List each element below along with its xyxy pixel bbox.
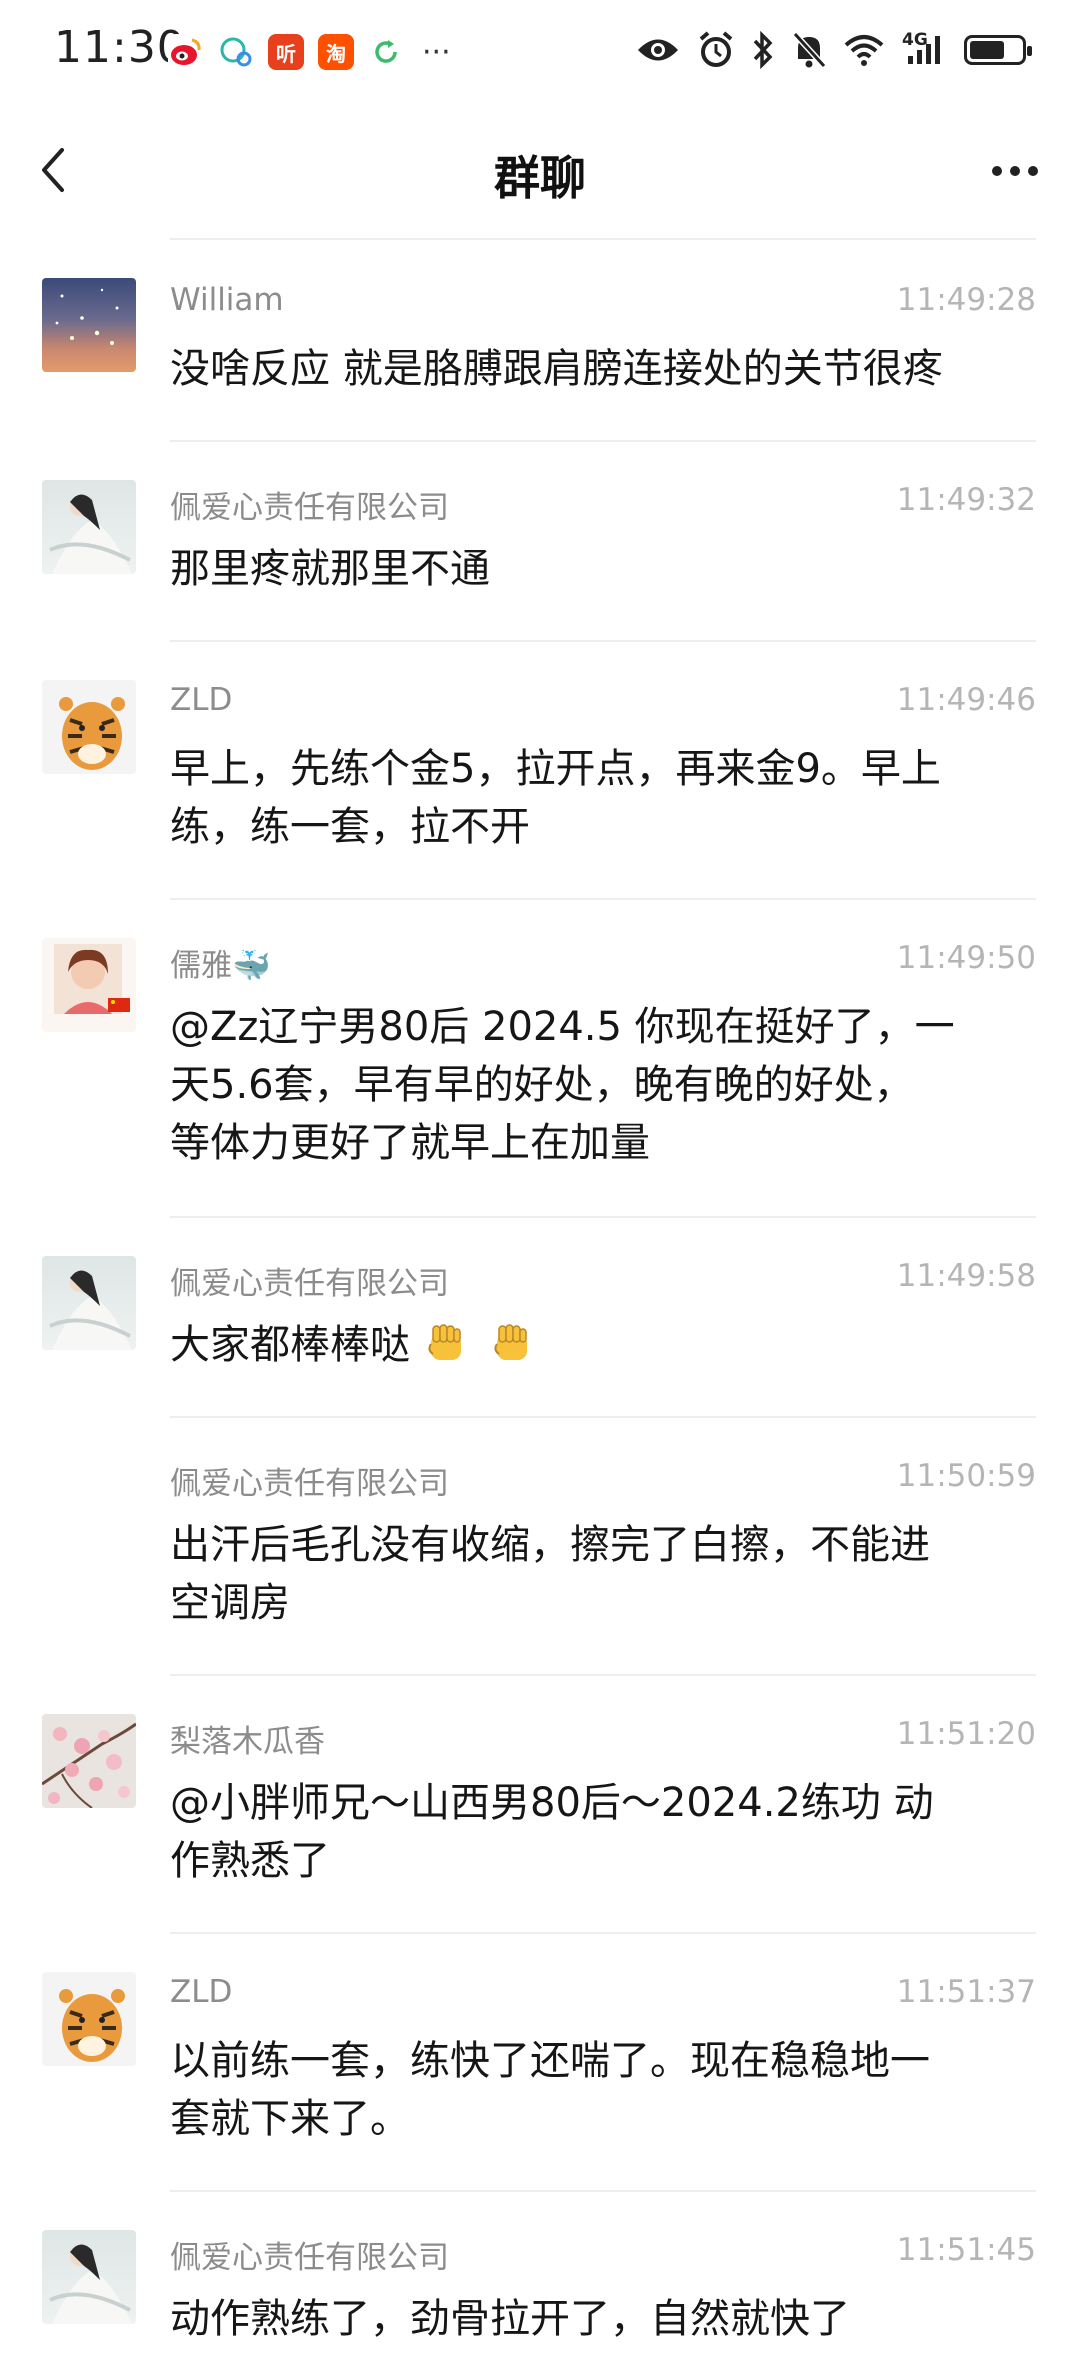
raised-fist-emoji-icon [428, 1324, 461, 1360]
message-item[interactable]: 儒雅🐳 11:49:50 @Zz辽宁男80后 2024.5 你现在挺好了，一 天… [0, 900, 1080, 1216]
message-text: @小胖师兄～山西男80后～2024.2练功 动 作熟悉了 [170, 1780, 934, 1884]
eye-icon [636, 28, 680, 72]
message-item[interactable]: 佩爱心责任有限公司 11:51:45 动作熟练了，劲骨拉开了，自然就快了 [0, 2192, 1080, 2375]
message-item[interactable]: William 11:49:28 没啥反应 就是胳膊跟肩膀连接处的关节很疼 [0, 240, 1080, 440]
weibo-icon [168, 34, 204, 70]
chat-bubble-icon [218, 34, 254, 70]
wifi-icon [844, 28, 884, 72]
sender-name: ZLD [170, 1974, 233, 2010]
sender-name: ZLD [170, 682, 233, 718]
message-item[interactable]: 佩爱心责任有限公司 11:49:32 那里疼就那里不通 [0, 442, 1080, 640]
message-time: 11:49:28 [896, 282, 1036, 318]
more-options-button[interactable] [980, 146, 1050, 196]
sender-name: 佩爱心责任有限公司 [170, 1466, 449, 1502]
notification-icons: 听 淘 ··· [168, 34, 451, 70]
message-text: @Zz辽宁男80后 2024.5 你现在挺好了，一 天5.6套，早有早的好处，晚… [170, 1004, 955, 1166]
message-item[interactable]: ZLD 11:51:37 以前练一套，练快了还喘了。现在稳稳地一 套就下来了。 [0, 1934, 1080, 2190]
sender-name: 佩爱心责任有限公司 [170, 1266, 449, 1302]
message-time: 11:49:58 [896, 1258, 1036, 1294]
sender-name: 佩爱心责任有限公司 [170, 490, 449, 526]
sender-name: 梨落木瓜香 [170, 1724, 325, 1760]
message-item[interactable]: 佩爱心责任有限公司 11:50:59 出汗后毛孔没有收缩，擦完了白擦，不能进 空… [0, 1418, 1080, 1674]
woman-portrait-avatar[interactable] [42, 938, 136, 1032]
message-time: 11:49:46 [896, 682, 1036, 718]
raised-fist-emoji-icon [494, 1324, 528, 1360]
status-time: 11:30 [54, 22, 186, 73]
ting-app-icon: 听 [268, 34, 304, 70]
tiger-avatar[interactable] [42, 680, 136, 774]
system-icons: 4G [636, 28, 1032, 72]
message-time: 11:51:20 [896, 1716, 1036, 1752]
sender-name: William [170, 282, 284, 318]
mute-bell-icon [792, 28, 826, 72]
more-notifications-icon: ··· [422, 34, 451, 70]
status-bar: 11:30 听 淘 ··· 4G [0, 0, 1080, 100]
tiger-avatar[interactable] [42, 1972, 136, 2066]
refresh-icon [368, 34, 404, 70]
woman-in-white-avatar[interactable] [42, 1256, 136, 1350]
night-sky-avatar[interactable] [42, 278, 136, 372]
message-time: 11:49:32 [896, 482, 1036, 518]
message-text: 那里疼就那里不通 [170, 546, 490, 592]
battery-icon [964, 28, 1032, 72]
sender-name: 佩爱心责任有限公司 [170, 2240, 449, 2276]
message-text: 大家都棒棒哒 [170, 1316, 1036, 1374]
message-time: 11:50:59 [896, 1458, 1036, 1494]
taobao-icon: 淘 [318, 34, 354, 70]
message-time: 11:51:37 [896, 1974, 1036, 2010]
woman-in-white-avatar[interactable] [42, 480, 136, 574]
message-time: 11:51:45 [896, 2232, 1036, 2268]
message-text: 以前练一套，练快了还喘了。现在稳稳地一 套就下来了。 [170, 2038, 930, 2142]
message-item[interactable]: 梨落木瓜香 11:51:20 @小胖师兄～山西男80后～2024.2练功 动 作… [0, 1676, 1080, 1932]
message-time: 11:49:50 [896, 940, 1036, 976]
blossom-avatar[interactable] [42, 1714, 136, 1808]
signal-4g-icon: 4G [902, 28, 946, 72]
message-text: 没啥反应 就是胳膊跟肩膀连接处的关节很疼 [170, 346, 943, 392]
bluetooth-icon [752, 28, 774, 72]
message-text: 动作熟练了，劲骨拉开了，自然就快了 [170, 2296, 850, 2342]
sender-name: 儒雅🐳 [170, 948, 271, 984]
alarm-icon [698, 28, 734, 72]
message-text: 早上，先练个金5，拉开点，再来金9。早上 练，练一套，拉不开 [170, 746, 941, 850]
message-item[interactable]: ZLD 11:49:46 早上，先练个金5，拉开点，再来金9。早上 练，练一套，… [0, 642, 1080, 898]
page-title: 群聊 [494, 151, 586, 205]
message-item[interactable]: 佩爱心责任有限公司 11:49:58 大家都棒棒哒 [0, 1218, 1080, 1416]
woman-in-white-avatar[interactable] [42, 2230, 136, 2324]
chat-header: 群聊 [0, 120, 1080, 220]
message-text: 出汗后毛孔没有收缩，擦完了白擦，不能进 空调房 [170, 1522, 930, 1626]
